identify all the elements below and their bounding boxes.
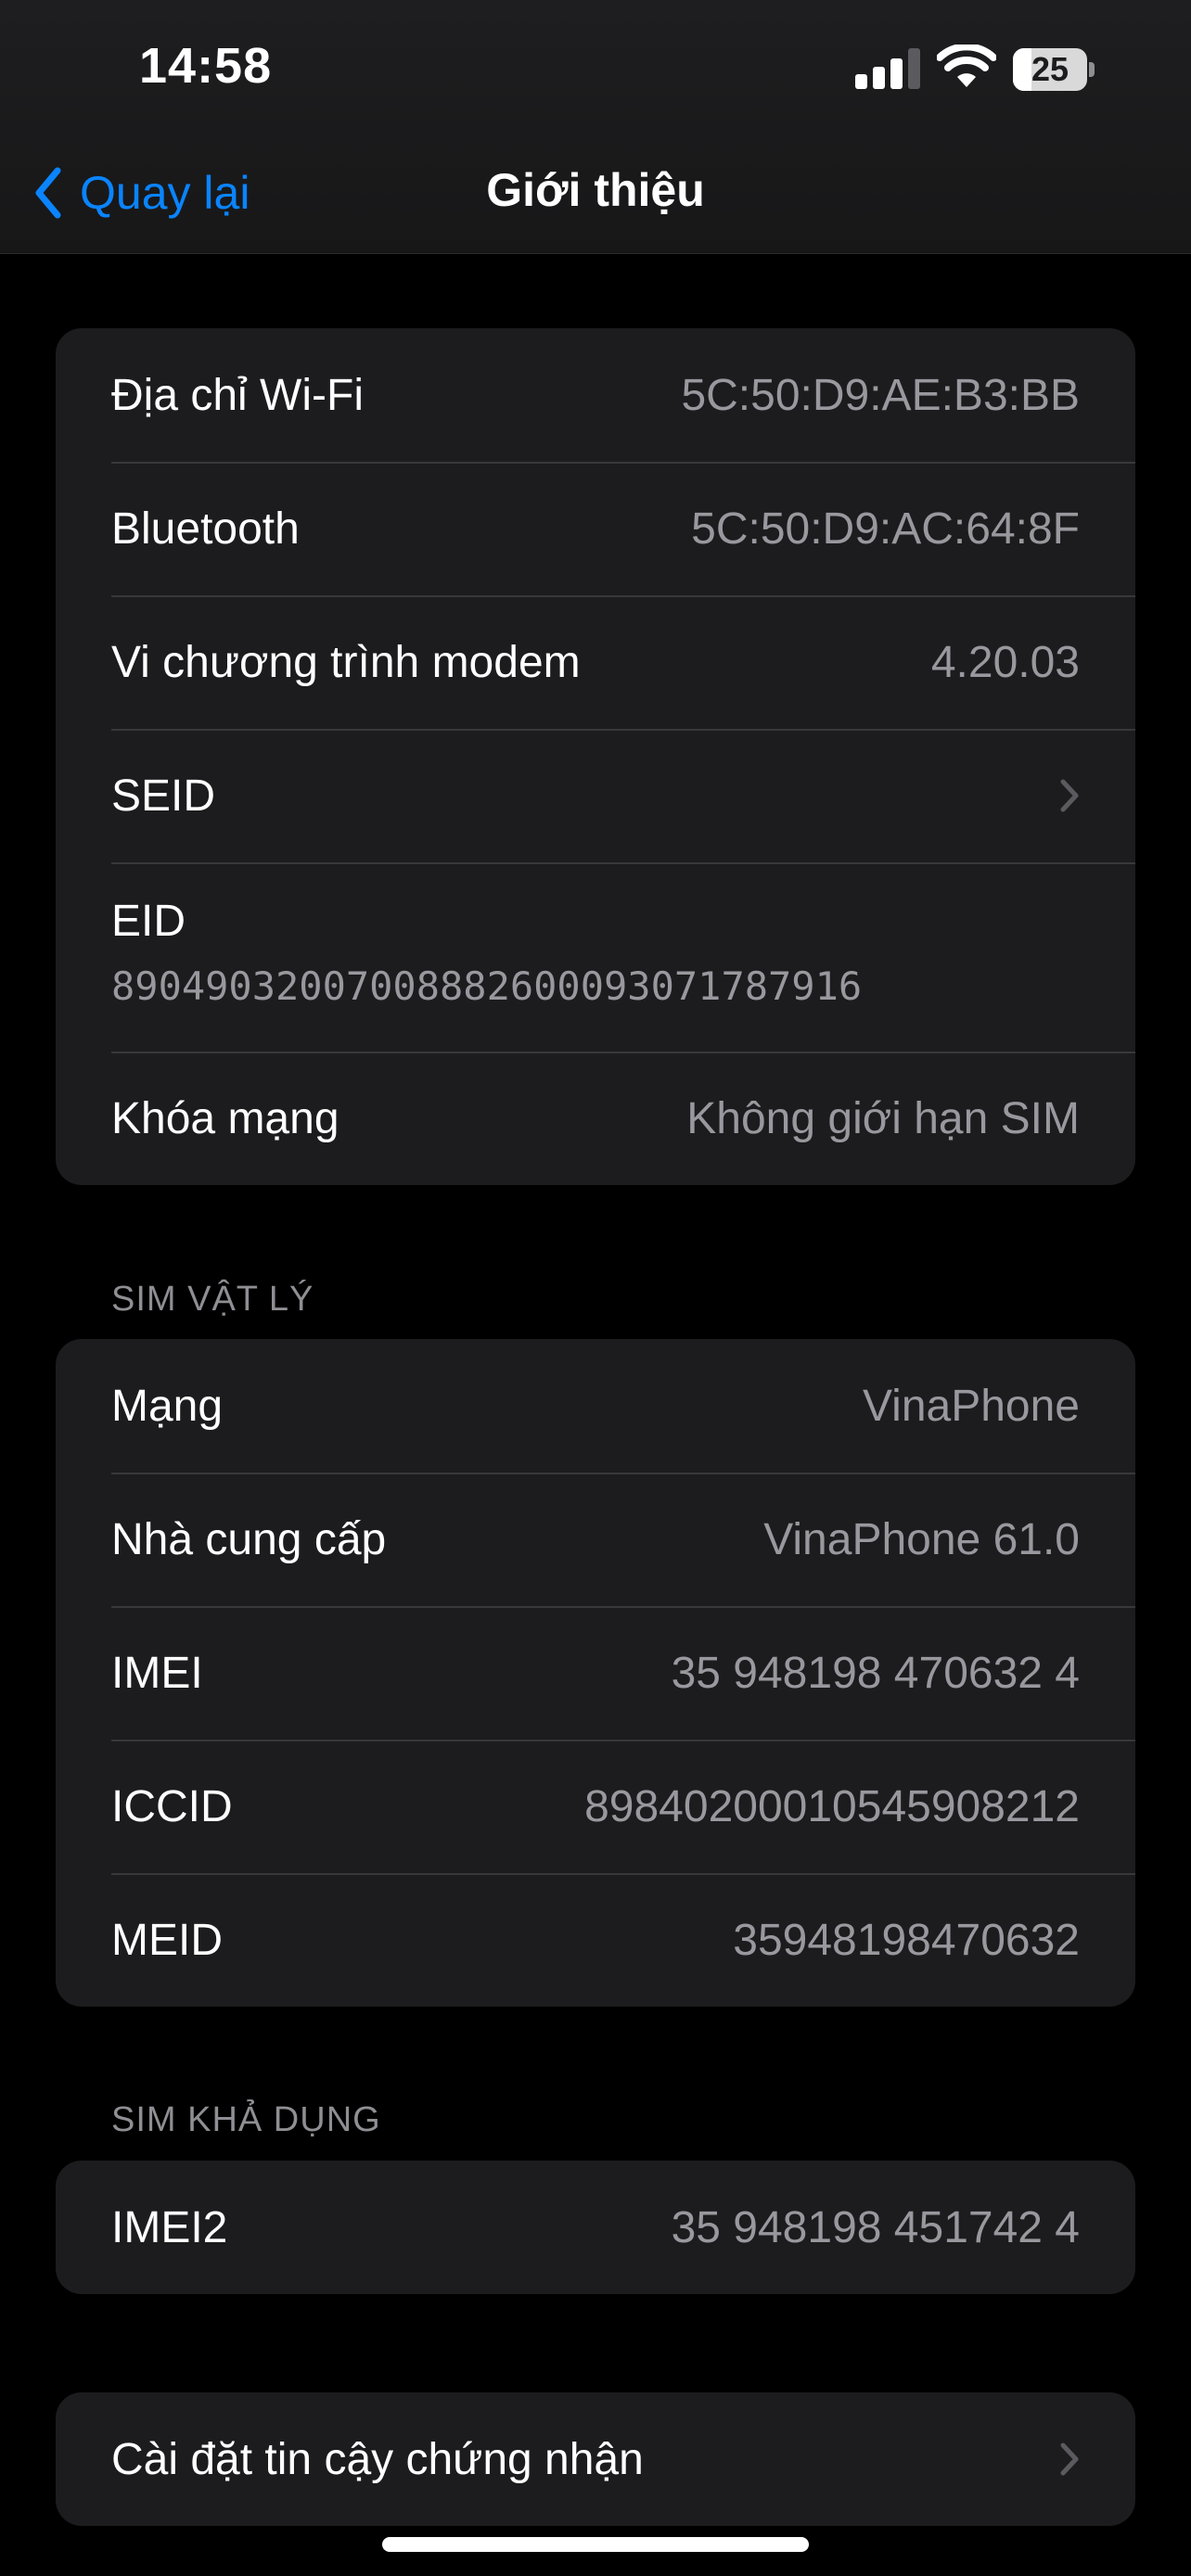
row-value: 35 948198 451742 4 (671, 2202, 1080, 2252)
row-label: Cài đặt tin cậy chứng nhận (111, 2434, 644, 2484)
row-label: Địa chỉ Wi-Fi (111, 370, 364, 420)
row-value: Không giới hạn SIM (686, 1093, 1080, 1143)
eid-row: EID 89049032007008882600093071787916 (56, 862, 1135, 1052)
signal-bar (890, 58, 903, 89)
imei-row: IMEI 35 948198 470632 4 (56, 1606, 1135, 1740)
row-label: SEID (111, 771, 216, 821)
top-bar: 14:58 25 Quay lại Giới thiệu (0, 0, 1191, 254)
signal-bar (873, 67, 885, 89)
available-sim-group: IMEI2 35 948198 451742 4 (56, 2161, 1135, 2294)
physical-sim-group: Mạng VinaPhone Nhà cung cấp VinaPhone 61… (56, 1339, 1135, 2007)
row-value: 4.20.03 (930, 637, 1080, 687)
certificate-trust-settings-row[interactable]: Cài đặt tin cậy chứng nhận (56, 2392, 1135, 2526)
row-label: Khóa mạng (111, 1093, 339, 1143)
imei2-row: IMEI2 35 948198 451742 4 (56, 2161, 1135, 2294)
row-label: ICCID (111, 1781, 233, 1831)
network-lock-row: Khóa mạng Không giới hạn SIM (56, 1052, 1135, 1185)
signal-bar (908, 48, 920, 89)
signal-bar (855, 74, 867, 89)
row-label: IMEI2 (111, 2202, 228, 2252)
battery-level: 25 (1031, 50, 1069, 88)
row-label: Nhà cung cấp (111, 1514, 387, 1564)
home-indicator[interactable] (382, 2537, 809, 2552)
chevron-right-icon (1060, 2442, 1079, 2476)
physical-sim-header: SIM VẬT LÝ (111, 1280, 314, 1319)
certificate-group: Cài đặt tin cậy chứng nhận (56, 2392, 1135, 2526)
row-label: MEID (111, 1915, 223, 1965)
iccid-row: ICCID 89840200010545908212 (56, 1740, 1135, 1873)
battery-icon: 25 (1013, 48, 1095, 91)
row-label: EID (111, 897, 186, 946)
row-value: 5C:50:D9:AE:B3:BB (681, 370, 1080, 420)
device-info-group: Địa chỉ Wi-Fi 5C:50:D9:AE:B3:BB Bluetoot… (56, 328, 1135, 1185)
seid-row[interactable]: SEID (56, 729, 1135, 862)
row-label: Mạng (111, 1381, 224, 1431)
row-value: 35948198470632 (733, 1915, 1080, 1965)
row-label: IMEI (111, 1648, 203, 1698)
chevron-right-icon (1060, 779, 1079, 812)
row-value: 5C:50:D9:AC:64:8F (691, 504, 1080, 554)
row-label: Vi chương trình modem (111, 637, 581, 687)
carrier-row: Nhà cung cấp VinaPhone 61.0 (56, 1473, 1135, 1606)
wifi-icon (937, 45, 996, 87)
available-sim-header: SIM KHẢ DỤNG (111, 2100, 381, 2139)
modem-firmware-row: Vi chương trình modem 4.20.03 (56, 595, 1135, 729)
row-value: VinaPhone (863, 1381, 1080, 1431)
bluetooth-row: Bluetooth 5C:50:D9:AC:64:8F (56, 462, 1135, 595)
status-time: 14:58 (139, 38, 273, 94)
network-row: Mạng VinaPhone (56, 1339, 1135, 1473)
wifi-address-row: Địa chỉ Wi-Fi 5C:50:D9:AE:B3:BB (56, 328, 1135, 462)
page-title: Giới thiệu (486, 164, 705, 216)
eid-value: 89049032007008882600093071787916 (111, 963, 863, 1009)
battery-cap (1089, 62, 1095, 77)
row-value: VinaPhone 61.0 (763, 1514, 1080, 1564)
row-value: 35 948198 470632 4 (671, 1648, 1080, 1698)
cellular-signal-icon (855, 48, 920, 89)
row-value: 89840200010545908212 (584, 1781, 1080, 1831)
row-label: Bluetooth (111, 504, 300, 554)
meid-row: MEID 35948198470632 (56, 1873, 1135, 2007)
